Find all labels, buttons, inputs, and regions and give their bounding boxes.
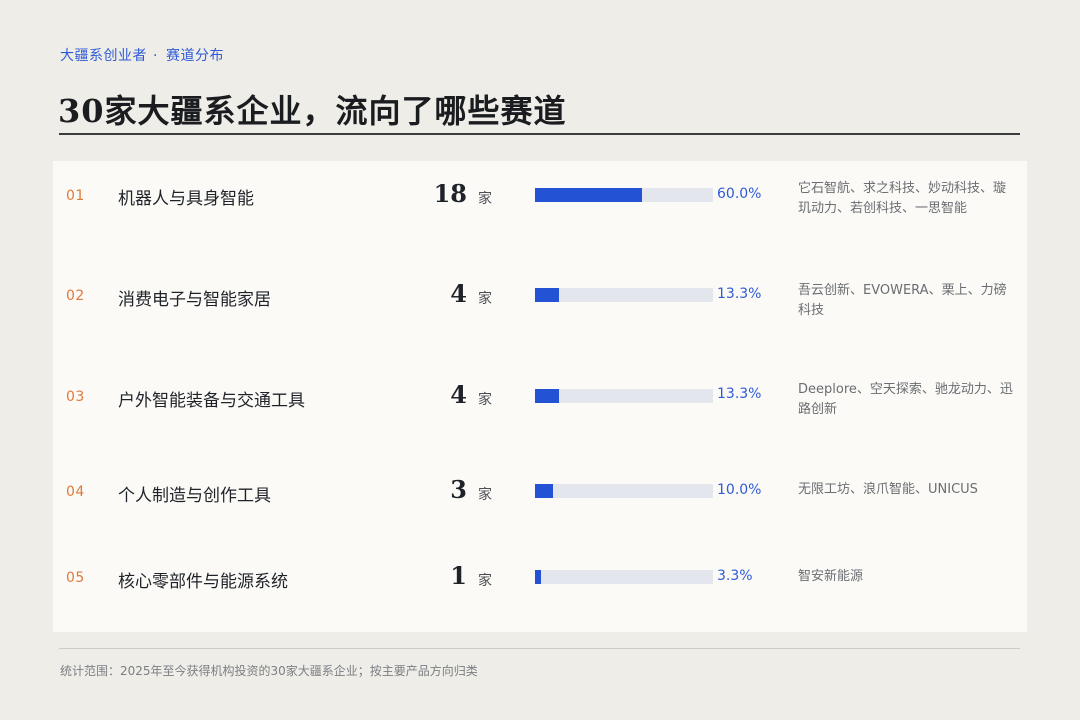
share-bar-fill bbox=[535, 188, 642, 202]
sector-name: 消费电子与智能家居 bbox=[118, 290, 271, 310]
sector-list: 01 机器人与具身智能 18 家 60.0% 它石智航、求之科技、妙动科技、璇玑… bbox=[0, 0, 1080, 720]
sector-row: 05 核心零部件与能源系统 1 家 3.3% 智安新能源 bbox=[53, 541, 1027, 632]
sector-name: 户外智能装备与交通工具 bbox=[118, 391, 305, 411]
share-bar-track bbox=[535, 484, 713, 498]
share-bar-track bbox=[535, 288, 713, 302]
count-unit: 家 bbox=[478, 487, 492, 503]
company-count: 1 bbox=[450, 561, 467, 590]
share-bar-fill bbox=[535, 288, 559, 302]
row-index: 03 bbox=[66, 389, 85, 405]
company-count: 18 bbox=[433, 179, 467, 208]
sector-row: 01 机器人与具身智能 18 家 60.0% 它石智航、求之科技、妙动科技、璇玑… bbox=[53, 161, 1027, 253]
footer-divider bbox=[59, 648, 1020, 649]
footnote: 统计范围：2025年至今获得机构投资的30家大疆系企业；按主要产品方向归类 bbox=[60, 664, 478, 678]
share-percent: 10.0% bbox=[717, 482, 762, 498]
share-bar-track bbox=[535, 188, 713, 202]
row-index: 01 bbox=[66, 188, 85, 204]
sector-name: 核心零部件与能源系统 bbox=[118, 572, 288, 592]
company-names: 它石智航、求之科技、妙动科技、璇玑动力、若创科技、一思智能 bbox=[798, 181, 1007, 216]
share-bar-fill bbox=[535, 570, 541, 584]
count-unit: 家 bbox=[478, 291, 492, 307]
sector-name: 机器人与具身智能 bbox=[118, 189, 254, 209]
share-percent: 3.3% bbox=[717, 568, 753, 584]
company-count: 4 bbox=[450, 380, 467, 409]
share-bar-fill bbox=[535, 389, 559, 403]
sector-row: 04 个人制造与创作工具 3 家 10.0% 无限工坊、浪爪智能、UNICUS bbox=[53, 452, 1027, 541]
row-index: 02 bbox=[66, 288, 85, 304]
count-unit: 家 bbox=[478, 573, 492, 589]
count-unit: 家 bbox=[478, 191, 492, 207]
company-count: 3 bbox=[450, 475, 467, 504]
row-index: 05 bbox=[66, 570, 85, 586]
company-names: 智安新能源 bbox=[798, 569, 864, 584]
company-names: 吾云创新、EVOWERA、栗上、力磅科技 bbox=[798, 283, 1007, 318]
share-percent: 60.0% bbox=[717, 186, 762, 202]
share-bar-track bbox=[535, 570, 713, 584]
share-bar-fill bbox=[535, 484, 553, 498]
company-names: Deeplore、空天探索、驰龙动力、迅路创新 bbox=[798, 382, 1013, 417]
share-bar-track bbox=[535, 389, 713, 403]
company-count: 4 bbox=[450, 279, 467, 308]
share-percent: 13.3% bbox=[717, 286, 762, 302]
sector-name: 个人制造与创作工具 bbox=[118, 486, 271, 506]
company-names: 无限工坊、浪爪智能、UNICUS bbox=[798, 482, 978, 497]
share-percent: 13.3% bbox=[717, 386, 762, 402]
sector-row: 03 户外智能装备与交通工具 4 家 13.3% Deeplore、空天探索、驰… bbox=[53, 359, 1027, 452]
row-index: 04 bbox=[66, 484, 85, 500]
count-unit: 家 bbox=[478, 392, 492, 408]
sector-row: 02 消费电子与智能家居 4 家 13.3% 吾云创新、EVOWERA、栗上、力… bbox=[53, 253, 1027, 359]
